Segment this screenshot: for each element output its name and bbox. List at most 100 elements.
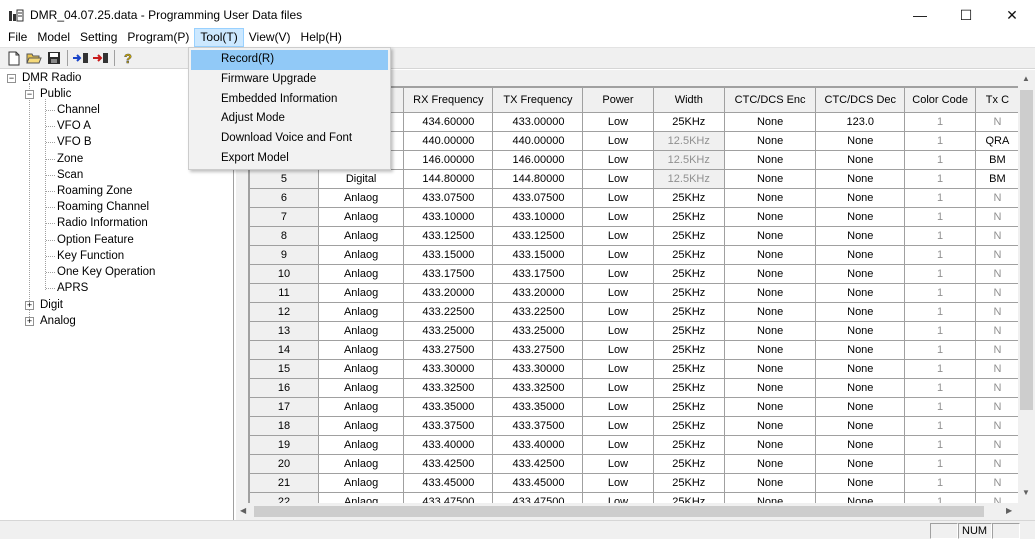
table-cell[interactable]: 25KHz	[652, 473, 726, 493]
table-cell[interactable]: N	[974, 359, 1020, 379]
table-cell[interactable]: N	[974, 340, 1020, 360]
table-cell[interactable]: 433.10000	[403, 207, 494, 227]
table-row[interactable]: 21 Anlaog 433.45000 433.45000 Low 25KHz None No…	[249, 473, 1020, 493]
column-header[interactable]: TX Frequency	[492, 87, 584, 113]
table-cell[interactable]: None	[815, 416, 906, 436]
table-cell[interactable]: N	[974, 378, 1020, 398]
table-cell[interactable]: N	[974, 188, 1020, 208]
table-cell[interactable]: None	[815, 226, 906, 246]
close-button[interactable]: ✕	[989, 0, 1035, 30]
table-row[interactable]: 17 Anlaog 433.35000 433.35000 Low 25KHz None No…	[249, 397, 1020, 417]
table-cell[interactable]: Anlaog	[317, 264, 405, 284]
read-from-radio-button[interactable]	[71, 49, 91, 67]
menu-model[interactable]: Model	[32, 28, 75, 47]
table-cell[interactable]: 440.00000	[403, 131, 494, 151]
table-cell[interactable]: 433.20000	[403, 283, 494, 303]
table-cell[interactable]: 1	[904, 283, 976, 303]
table-cell[interactable]: Low	[582, 226, 654, 246]
table-cell[interactable]: 433.15000	[403, 245, 494, 265]
table-row[interactable]: 20 Anlaog 433.42500 433.42500 Low 25KHz None No…	[249, 454, 1020, 474]
table-cell[interactable]: None	[724, 131, 817, 151]
table-cell[interactable]: None	[724, 435, 817, 455]
tree-item-dmr-radio[interactable]: DMR Radio	[22, 70, 81, 86]
table-cell[interactable]: Anlaog	[317, 454, 405, 474]
table-cell[interactable]: 433.42500	[492, 454, 584, 474]
table-cell[interactable]: 433.27500	[403, 340, 494, 360]
table-cell[interactable]: 433.30000	[492, 359, 584, 379]
table-cell[interactable]: 433.45000	[403, 473, 494, 493]
table-cell[interactable]: 433.45000	[492, 473, 584, 493]
table-cell[interactable]: Low	[582, 150, 654, 170]
tree-collapse-toggle[interactable]: −	[7, 74, 16, 83]
table-cell[interactable]: Low	[582, 112, 654, 132]
table-cell[interactable]: Low	[582, 207, 654, 227]
tree-item-vfo-a[interactable]: VFO A	[57, 118, 91, 134]
table-row[interactable]: 12 Anlaog 433.22500 433.22500 Low 25KHz None No…	[249, 302, 1020, 322]
table-row[interactable]: 9 Anlaog 433.15000 433.15000 Low 25KHz None Non…	[249, 245, 1020, 265]
table-cell[interactable]: None	[815, 264, 906, 284]
table-cell[interactable]: Low	[582, 169, 654, 189]
table-cell[interactable]: Anlaog	[317, 340, 405, 360]
tree-item-vfo-b[interactable]: VFO B	[57, 134, 92, 150]
table-row[interactable]: 8 Anlaog 433.12500 433.12500 Low 25KHz None Non…	[249, 226, 1020, 246]
tree-item-zone[interactable]: Zone	[57, 151, 83, 167]
table-cell[interactable]: 25KHz	[652, 188, 726, 208]
table-cell[interactable]: Low	[582, 131, 654, 151]
column-header[interactable]: CTC/DCS Dec	[815, 87, 906, 113]
help-button[interactable]: ?	[118, 49, 138, 67]
table-cell[interactable]: 433.22500	[403, 302, 494, 322]
table-cell[interactable]: 433.12500	[492, 226, 584, 246]
table-cell[interactable]: 433.22500	[492, 302, 584, 322]
table-cell[interactable]: Low	[582, 264, 654, 284]
table-cell[interactable]: Low	[582, 283, 654, 303]
table-cell[interactable]: 11	[249, 283, 319, 303]
table-cell[interactable]: QRA	[974, 131, 1020, 151]
table-cell[interactable]: None	[815, 435, 906, 455]
table-cell[interactable]: 12.5KHz	[652, 131, 726, 151]
table-row[interactable]: 16 Anlaog 433.32500 433.32500 Low 25KHz None No…	[249, 378, 1020, 398]
open-file-button[interactable]	[24, 49, 44, 67]
table-cell[interactable]: 440.00000	[492, 131, 584, 151]
table-cell[interactable]: Digital	[317, 169, 405, 189]
table-cell[interactable]: Low	[582, 473, 654, 493]
menu-item-record[interactable]: Record(R)	[191, 50, 388, 70]
table-cell[interactable]: None	[815, 359, 906, 379]
menu-tool[interactable]: Tool(T)	[194, 28, 244, 47]
table-cell[interactable]: Anlaog	[317, 188, 405, 208]
tree-item-option-feature[interactable]: Option Feature	[57, 232, 134, 248]
table-cell[interactable]: 25KHz	[652, 321, 726, 341]
table-cell[interactable]: 5	[249, 169, 319, 189]
table-cell[interactable]: N	[974, 112, 1020, 132]
tree-item-key-function[interactable]: Key Function	[57, 248, 124, 264]
table-cell[interactable]: Anlaog	[317, 435, 405, 455]
table-cell[interactable]: None	[815, 340, 906, 360]
table-cell[interactable]: 25KHz	[652, 340, 726, 360]
table-cell[interactable]: 25KHz	[652, 454, 726, 474]
table-cell[interactable]: 12	[249, 302, 319, 322]
table-cell[interactable]: 433.17500	[403, 264, 494, 284]
menu-item-adjust-mode[interactable]: Adjust Mode	[191, 109, 388, 129]
vertical-scroll-thumb[interactable]	[1020, 90, 1033, 410]
tree-collapse-toggle[interactable]: −	[25, 90, 34, 99]
table-cell[interactable]: Anlaog	[317, 283, 405, 303]
table-row[interactable]: 5 Digital 144.80000 144.80000 Low 12.5KHz None…	[249, 169, 1020, 189]
table-cell[interactable]: 25KHz	[652, 416, 726, 436]
table-cell[interactable]: N	[974, 283, 1020, 303]
table-cell[interactable]: 16	[249, 378, 319, 398]
table-cell[interactable]: 433.37500	[403, 416, 494, 436]
table-row[interactable]: 18 Anlaog 433.37500 433.37500 Low 25KHz None No…	[249, 416, 1020, 436]
table-cell[interactable]: 433.32500	[403, 378, 494, 398]
table-cell[interactable]: None	[724, 321, 817, 341]
tree-item-scan[interactable]: Scan	[57, 167, 83, 183]
table-cell[interactable]: 123.0	[815, 112, 906, 132]
table-cell[interactable]: N	[974, 435, 1020, 455]
menu-item-embedded-information[interactable]: Embedded Information	[191, 90, 388, 110]
table-cell[interactable]: 25KHz	[652, 397, 726, 417]
table-cell[interactable]: N	[974, 416, 1020, 436]
table-cell[interactable]: Low	[582, 397, 654, 417]
table-cell[interactable]: None	[815, 283, 906, 303]
table-cell[interactable]: 433.25000	[403, 321, 494, 341]
maximize-button[interactable]: ☐	[943, 0, 989, 30]
table-cell[interactable]: 21	[249, 473, 319, 493]
menu-item-firmware-upgrade[interactable]: Firmware Upgrade	[191, 70, 388, 90]
